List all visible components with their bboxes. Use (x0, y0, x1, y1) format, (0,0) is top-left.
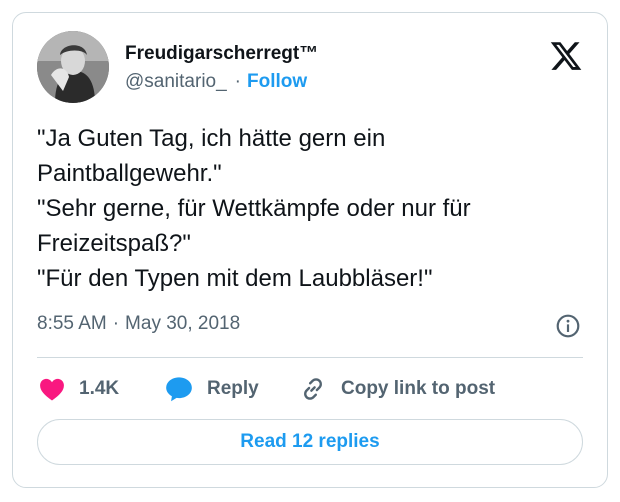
display-name[interactable]: Freudigarscherregt™ (125, 43, 318, 65)
copy-link-label: Copy link to post (341, 378, 496, 399)
copy-link-button[interactable]: Copy link to post (299, 375, 495, 403)
follow-button[interactable]: Follow (247, 71, 307, 92)
handle[interactable]: @sanitario_ (125, 71, 227, 92)
speech-bubble-icon (166, 377, 192, 402)
like-count: 1.4K (79, 378, 120, 399)
like-button[interactable]: 1.4K (39, 375, 119, 403)
link-icon (304, 378, 322, 400)
x-logo-icon[interactable] (549, 39, 583, 73)
avatar-image (37, 31, 109, 103)
avatar[interactable] (37, 31, 109, 103)
tweet-line: Freizeitspaß?" (37, 230, 191, 257)
heart-icon (40, 378, 64, 401)
reply-label: Reply (207, 378, 259, 399)
handle-line: @sanitario_ · Follow (125, 71, 307, 93)
tweet-line: Paintballgewehr." (37, 160, 222, 187)
divider (37, 357, 583, 358)
tweet-card: Freudigarscherregt™ @sanitario_ · Follow "… (12, 12, 608, 488)
timestamp[interactable]: 8:55 AM · May 30, 2018 (37, 313, 240, 335)
tweet-time: 8:55 AM (37, 313, 107, 334)
timestamp-separator: · (112, 313, 120, 334)
handle-separator: · (234, 71, 241, 92)
tweet-date: May 30, 2018 (125, 313, 241, 334)
read-replies-button[interactable]: Read 12 replies (37, 419, 583, 465)
tweet-text: "Ja Guten Tag, ich hätte gern ein Paintb… (37, 121, 587, 296)
reply-button[interactable]: Reply (165, 375, 259, 403)
tweet-line: "Für den Typen mit dem Laubbläser!" (37, 265, 433, 292)
info-icon[interactable] (555, 313, 581, 339)
tweet-line: "Ja Guten Tag, ich hätte gern ein (37, 125, 386, 152)
tweet-line: "Sehr gerne, für Wettkämpfe oder nur für (37, 195, 471, 222)
